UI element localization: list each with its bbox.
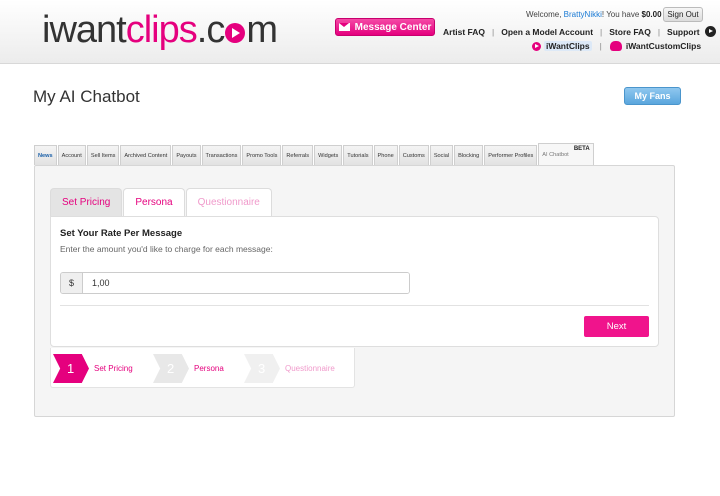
tab-customs[interactable]: Customs	[398, 145, 429, 165]
site-iwantcustomclips[interactable]: iWantCustomClips	[626, 41, 701, 51]
tab-account[interactable]: Account	[57, 145, 86, 165]
tab-social[interactable]: Social	[429, 145, 454, 165]
logo-dot: .	[196, 9, 208, 51]
step-1-label: Set Pricing	[94, 364, 133, 373]
tab-archived-content[interactable]: Archived Content	[120, 145, 172, 165]
step-2-label: Persona	[194, 364, 224, 373]
tab-blocking[interactable]: Blocking	[454, 145, 484, 165]
top-nav: Artist FAQ | Open a Model Account | Stor…	[443, 26, 716, 37]
envelope-icon	[338, 23, 350, 31]
tab-promo-tools[interactable]: Promo Tools	[242, 145, 282, 165]
tab-phone[interactable]: Phone	[373, 145, 398, 165]
account-tabs: News Account Sell Items Archived Content…	[34, 143, 595, 165]
chatbot-subtabs: Set Pricing Persona Questionnaire	[50, 188, 273, 216]
welcome-text: Welcome, BrattyNikki! You have $0.00	[526, 10, 662, 19]
sign-out-button[interactable]: Sign Out	[663, 7, 703, 22]
rate-title: Set Your Rate Per Message	[60, 228, 183, 239]
page-title: My AI Chatbot	[33, 87, 140, 106]
nav-artist-faq[interactable]: Artist FAQ	[443, 27, 485, 37]
logo-clips: clips	[125, 9, 198, 51]
tab-performer-profiles[interactable]: Performer Profiles	[484, 145, 538, 165]
tab-ai-chatbot[interactable]: AI Chatbot BETA	[538, 143, 594, 165]
subtab-questionnaire[interactable]: Questionnaire	[185, 188, 272, 216]
welcome-prefix: Welcome,	[526, 10, 562, 19]
support-play-icon[interactable]	[704, 26, 716, 37]
rate-description: Enter the amount you'd like to charge fo…	[60, 244, 273, 254]
tab-tutorials[interactable]: Tutorials	[343, 145, 373, 165]
logo-want: want	[49, 9, 126, 51]
subtab-set-pricing[interactable]: Set Pricing	[50, 188, 123, 216]
message-center-label: Message Center	[354, 21, 432, 33]
tab-news[interactable]: News	[34, 145, 57, 165]
logo-play-icon	[225, 23, 246, 43]
message-center-button[interactable]: Message Center	[335, 18, 435, 36]
nav-store-faq[interactable]: Store FAQ	[609, 27, 651, 37]
nav-open-model-account[interactable]: Open a Model Account	[501, 27, 593, 37]
site-header: iwantclips.c m Message Center Welcome, Br…	[0, 0, 720, 64]
my-fans-button[interactable]: My Fans	[624, 87, 681, 105]
iwantcustomclips-icon	[609, 41, 622, 51]
username-link[interactable]: BrattyNikki	[564, 10, 602, 19]
rate-input[interactable]	[83, 273, 409, 293]
beta-badge: BETA	[573, 146, 590, 152]
iwantclips-logo[interactable]: iwantclips.c m	[42, 8, 278, 52]
site-iwantclips[interactable]: iWantClips	[544, 41, 592, 51]
balance-amount: $0.00	[641, 10, 662, 19]
tab-transactions[interactable]: Transactions	[201, 145, 242, 165]
tab-payouts[interactable]: Payouts	[172, 145, 201, 165]
site-switcher: iWantClips | iWantCustomClips	[532, 41, 701, 51]
logo-dotcom: c	[206, 9, 225, 51]
next-button[interactable]: Next	[584, 316, 649, 337]
tab-sell-items[interactable]: Sell Items	[86, 145, 120, 165]
currency-symbol: $	[61, 273, 83, 293]
subtab-persona[interactable]: Persona	[123, 188, 185, 216]
tab-referrals[interactable]: Referrals	[282, 145, 314, 165]
form-divider	[60, 305, 649, 306]
nav-separator: |	[600, 26, 603, 37]
site-separator: |	[599, 41, 602, 51]
nav-separator: |	[657, 26, 661, 37]
rate-field-group: $	[60, 272, 410, 294]
balance-text: ! You have	[601, 10, 640, 19]
step-3-label: Questionnaire	[285, 364, 335, 373]
tab-ai-chatbot-label: AI Chatbot	[542, 151, 569, 158]
nav-separator: |	[492, 26, 495, 37]
tab-widgets[interactable]: Widgets	[314, 145, 343, 165]
nav-support[interactable]: Support	[667, 27, 700, 37]
iwantclips-icon	[532, 41, 541, 51]
logo-dotcom-tail: m	[246, 9, 278, 51]
